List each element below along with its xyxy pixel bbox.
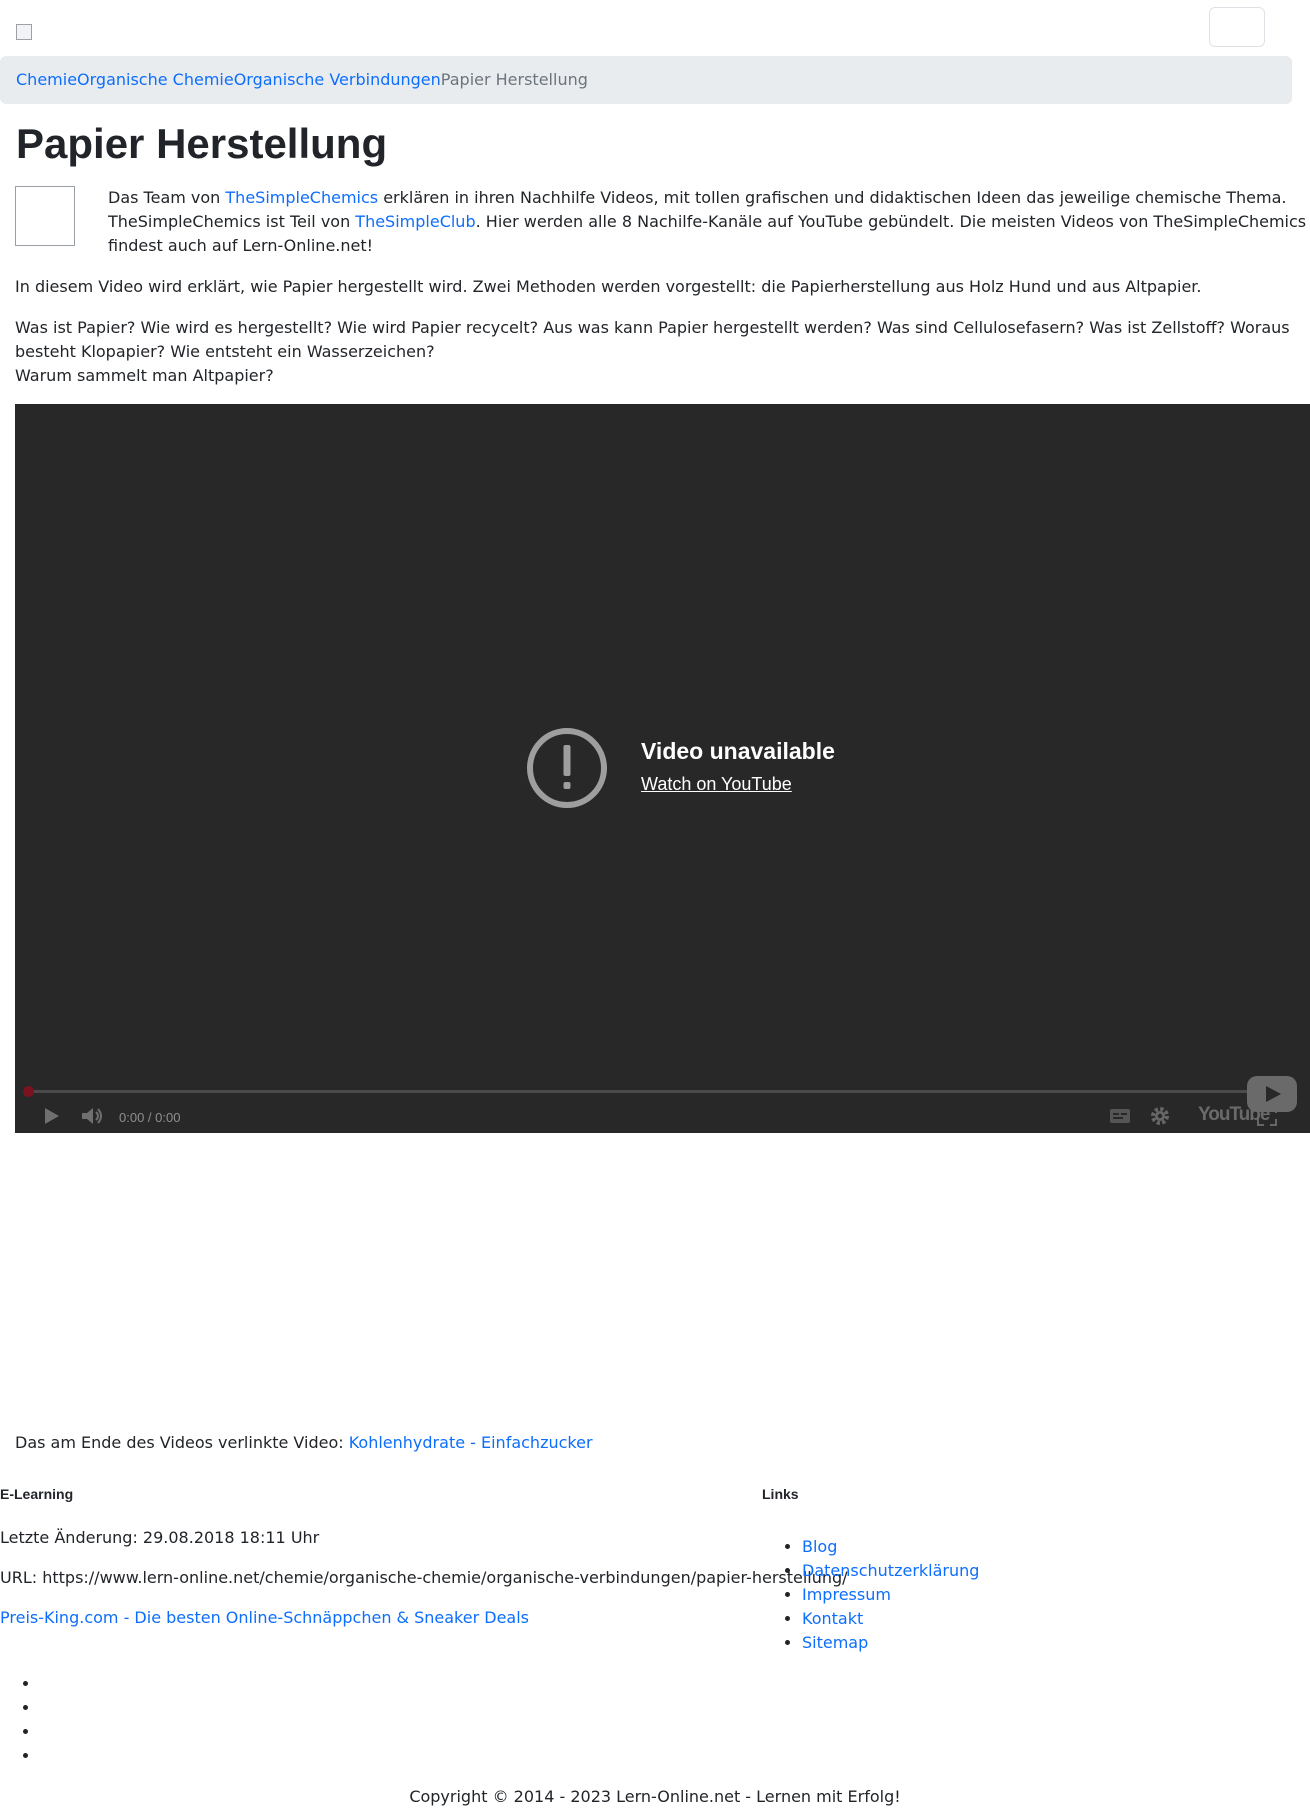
description-last-question: Warum sammelt man Altpapier? xyxy=(15,366,274,385)
youtube-play-button-icon[interactable] xyxy=(1247,1076,1297,1112)
thesimpleclub-link[interactable]: TheSimpleClub xyxy=(355,212,475,231)
video-unavailable-message: Video unavailable Watch on YouTube xyxy=(525,726,925,810)
footer-link-item: Impressum xyxy=(802,1583,979,1607)
navbar-toggle-button[interactable] xyxy=(1209,7,1265,47)
linked-video-label: Das am Ende des Videos verlinkte Video: xyxy=(15,1433,349,1452)
breadcrumb-item-chemie[interactable]: Chemie xyxy=(16,70,77,89)
description-paragraph-1: In diesem Video wird erklärt, wie Papier… xyxy=(15,277,1202,296)
sitemap-link[interactable]: Sitemap xyxy=(802,1633,868,1652)
footer-link-item: Sitemap xyxy=(802,1631,979,1655)
footer-link-item: Kontakt xyxy=(802,1607,979,1631)
page-title: Papier Herstellung xyxy=(16,120,388,167)
settings-gear-icon[interactable] xyxy=(1148,1104,1172,1128)
contact-link[interactable]: Kontakt xyxy=(802,1609,863,1628)
description-paragraph-2: Was ist Papier? Wie wird es hergestellt?… xyxy=(15,316,1305,388)
youtube-video-player[interactable]: Video unavailable Watch on YouTube 0:00 … xyxy=(15,404,1310,1133)
breadcrumb-item-organische-verbindungen[interactable]: Organische Verbindungen xyxy=(234,70,441,89)
breadcrumb: ChemieOrganische ChemieOrganische Verbin… xyxy=(0,56,1292,104)
intro-text: Das Team von TheSimpleChemics erklären i… xyxy=(108,186,1308,258)
footer-elearning-title: E-Learning xyxy=(0,1486,74,1502)
breadcrumb-item-organische-chemie[interactable]: Organische Chemie xyxy=(77,70,234,89)
breadcrumb-current: Papier Herstellung xyxy=(440,70,588,89)
linked-video-text: Das am Ende des Videos verlinkte Video: … xyxy=(15,1431,593,1455)
kohlenhydrate-link[interactable]: Kohlenhydrate - Einfachzucker xyxy=(349,1433,593,1452)
imprint-link[interactable]: Impressum xyxy=(802,1585,891,1604)
video-time-display: 0:00 / 0:00 xyxy=(119,1110,181,1125)
footer-partner: Preis-King.com - Die besten Online-Schnä… xyxy=(0,1606,529,1630)
footer-links-title: Links xyxy=(762,1486,799,1502)
preis-king-link[interactable]: Preis-King.com - Die besten Online-Schnä… xyxy=(0,1608,529,1627)
video-progress-handle[interactable] xyxy=(23,1086,34,1097)
video-unavailable-title: Video unavailable xyxy=(641,738,835,764)
footer-link-item: Blog xyxy=(802,1535,979,1559)
social-links-list xyxy=(0,1672,40,1768)
footer-links-list: Blog Datenschutzerklärung Impressum Kont… xyxy=(762,1535,979,1655)
blog-link[interactable]: Blog xyxy=(802,1537,837,1556)
privacy-policy-link[interactable]: Datenschutzerklärung xyxy=(802,1561,979,1580)
channel-image xyxy=(15,186,75,246)
footer-last-change: Letzte Änderung: 29.08.2018 18:11 Uhr xyxy=(0,1528,320,1547)
site-logo[interactable] xyxy=(16,24,32,40)
exclamation-circle-icon xyxy=(527,728,607,808)
video-progress-bar[interactable] xyxy=(23,1086,1287,1097)
footer-url: URL: https://www.lern-online.net/chemie/… xyxy=(0,1568,848,1587)
description-questions: Was ist Papier? Wie wird es hergestellt?… xyxy=(15,318,1290,361)
footer-link-item: Datenschutzerklärung xyxy=(802,1559,979,1583)
copyright-text: Copyright © 2014 - 2023 Lern-Online.net … xyxy=(409,1787,901,1806)
intro-text-1: Das Team von xyxy=(108,188,226,207)
play-icon[interactable] xyxy=(39,1104,63,1128)
subtitles-icon[interactable] xyxy=(1108,1104,1132,1128)
volume-icon[interactable] xyxy=(79,1104,107,1128)
thesimplechemics-link[interactable]: TheSimpleChemics xyxy=(225,188,378,207)
watch-on-youtube-link[interactable]: Watch on YouTube xyxy=(641,774,792,795)
